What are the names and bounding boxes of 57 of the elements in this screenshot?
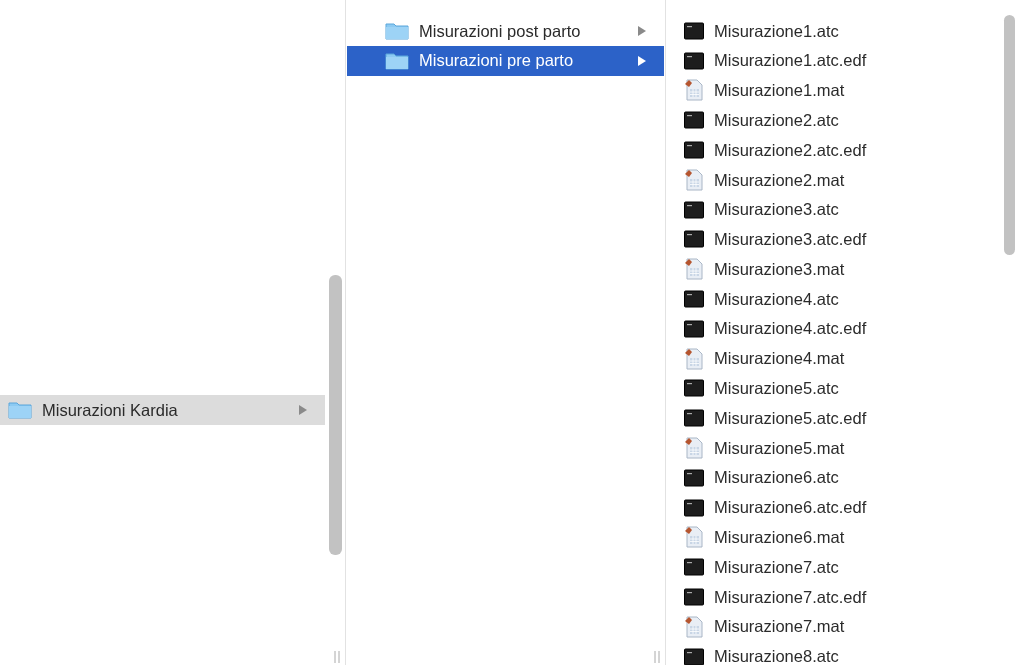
disclosure-arrow-icon xyxy=(638,25,646,36)
terminal-icon xyxy=(684,21,704,40)
file-item[interactable]: Misurazione4.atc xyxy=(666,284,1016,314)
folder-icon xyxy=(385,51,409,71)
file-item[interactable]: Misurazione6.mat xyxy=(666,522,1016,553)
file-item[interactable]: Misurazione1.atc.edf xyxy=(666,45,1016,76)
column-resize-handle-icon[interactable] xyxy=(654,651,660,663)
file-item[interactable]: Misurazione3.atc.edf xyxy=(666,224,1016,255)
terminal-icon xyxy=(684,647,704,665)
column-resize-handle-icon[interactable] xyxy=(334,651,340,663)
document-icon xyxy=(684,79,704,102)
document-icon xyxy=(684,347,704,370)
file-item[interactable]: Misurazione6.atc xyxy=(666,462,1016,493)
terminal-icon xyxy=(684,558,704,577)
file-item[interactable]: Misurazione2.atc.edf xyxy=(666,135,1016,165)
folder-icon xyxy=(8,400,32,420)
terminal-icon xyxy=(684,51,704,70)
file-item[interactable]: Misurazione7.atc.edf xyxy=(666,582,1016,612)
file-item[interactable]: Misurazione7.mat xyxy=(666,611,1016,642)
folder-item[interactable]: Misurazioni post parto xyxy=(347,16,664,46)
terminal-icon xyxy=(684,111,704,130)
document-icon xyxy=(684,168,704,191)
folder-icon xyxy=(385,21,409,41)
file-item[interactable]: Misurazione7.atc xyxy=(666,552,1016,583)
file-item[interactable]: Misurazione4.atc.edf xyxy=(666,313,1016,344)
scrollbar-thumb[interactable] xyxy=(329,275,342,555)
terminal-icon xyxy=(684,379,704,398)
file-item[interactable]: Misurazione6.atc.edf xyxy=(666,492,1016,523)
document-icon xyxy=(684,526,704,549)
disclosure-arrow-icon xyxy=(299,404,307,415)
folder-item[interactable]: Misurazioni pre parto xyxy=(347,45,664,76)
terminal-icon xyxy=(684,141,704,160)
terminal-icon xyxy=(684,319,704,338)
file-item[interactable]: Misurazione1.atc xyxy=(666,16,1016,46)
document-icon xyxy=(684,437,704,460)
file-item[interactable]: Misurazione2.mat xyxy=(666,165,1016,195)
terminal-icon xyxy=(684,468,704,487)
terminal-icon xyxy=(684,409,704,428)
disclosure-arrow-icon xyxy=(638,55,646,66)
file-item[interactable]: Misurazione5.atc xyxy=(666,373,1016,404)
document-icon xyxy=(684,615,704,638)
file-item[interactable]: Misurazione3.mat xyxy=(666,254,1016,285)
terminal-icon xyxy=(684,200,704,219)
terminal-icon xyxy=(684,290,704,309)
file-item[interactable]: Misurazione5.mat xyxy=(666,433,1016,463)
scrollbar-thumb[interactable] xyxy=(1004,15,1015,255)
folder-item[interactable]: Misurazioni Kardia xyxy=(0,395,325,425)
terminal-icon xyxy=(684,230,704,249)
file-item[interactable]: Misurazione5.atc.edf xyxy=(666,403,1016,434)
file-item[interactable]: Misurazione8.atc xyxy=(666,641,1016,665)
terminal-icon xyxy=(684,588,704,607)
document-icon xyxy=(684,258,704,281)
file-item[interactable]: Misurazione1.mat xyxy=(666,75,1016,106)
file-item[interactable]: Misurazione3.atc xyxy=(666,194,1016,225)
terminal-icon xyxy=(684,498,704,517)
file-item[interactable]: Misurazione2.atc xyxy=(666,105,1016,136)
file-item[interactable]: Misurazione4.mat xyxy=(666,343,1016,374)
